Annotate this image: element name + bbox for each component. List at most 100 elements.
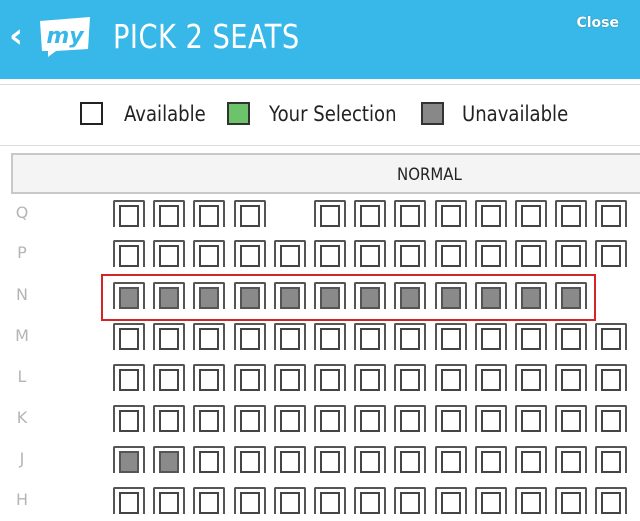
seat-q-10[interactable] [475, 200, 507, 227]
seat-k-3[interactable] [193, 405, 225, 432]
seat-p-6[interactable] [314, 240, 346, 267]
seat-p-5[interactable] [274, 240, 306, 267]
seat-m-13[interactable] [595, 323, 627, 350]
seat-h-12[interactable] [555, 487, 587, 514]
seat-q-1[interactable] [113, 200, 145, 227]
selection-swatch-icon [227, 102, 250, 125]
seat-h-4[interactable] [234, 487, 266, 514]
seat-k-5[interactable] [274, 405, 306, 432]
seat-m-2[interactable] [153, 323, 185, 350]
legend-available-label: Available [124, 102, 206, 126]
seat-q-12[interactable] [555, 200, 587, 227]
seat-p-1[interactable] [113, 240, 145, 267]
seat-m-7[interactable] [354, 323, 386, 350]
seat-j-11[interactable] [515, 446, 547, 473]
seat-m-6[interactable] [314, 323, 346, 350]
seat-l-4[interactable] [234, 364, 266, 391]
divider [0, 145, 640, 146]
seat-l-11[interactable] [515, 364, 547, 391]
seat-m-11[interactable] [515, 323, 547, 350]
seat-k-1[interactable] [113, 405, 145, 432]
seat-l-5[interactable] [274, 364, 306, 391]
seat-k-2[interactable] [153, 405, 185, 432]
seat-p-13[interactable] [595, 240, 627, 267]
row-label-q: Q [15, 203, 29, 222]
seat-l-7[interactable] [354, 364, 386, 391]
seat-l-3[interactable] [193, 364, 225, 391]
legend-selection-label: Your Selection [269, 102, 397, 126]
seat-p-9[interactable] [435, 240, 467, 267]
seat-h-2[interactable] [153, 487, 185, 514]
seat-l-9[interactable] [435, 364, 467, 391]
seat-m-1[interactable] [113, 323, 145, 350]
seat-h-1[interactable] [113, 487, 145, 514]
seat-j-13[interactable] [595, 446, 627, 473]
seat-p-10[interactable] [475, 240, 507, 267]
seat-q-7[interactable] [354, 200, 386, 227]
seat-l-8[interactable] [394, 364, 426, 391]
seat-q-2[interactable] [153, 200, 185, 227]
seat-l-12[interactable] [555, 364, 587, 391]
seat-h-5[interactable] [274, 487, 306, 514]
seat-m-5[interactable] [274, 323, 306, 350]
seat-j-3[interactable] [193, 446, 225, 473]
seat-q-4[interactable] [234, 200, 266, 227]
seat-m-12[interactable] [555, 323, 587, 350]
seat-p-2[interactable] [153, 240, 185, 267]
seat-q-11[interactable] [515, 200, 547, 227]
seat-p-3[interactable] [193, 240, 225, 267]
seat-k-11[interactable] [515, 405, 547, 432]
seat-k-12[interactable] [555, 405, 587, 432]
seat-q-9[interactable] [435, 200, 467, 227]
seat-m-3[interactable] [193, 323, 225, 350]
seat-q-13[interactable] [595, 200, 627, 227]
seat-p-12[interactable] [555, 240, 587, 267]
seat-k-13[interactable] [595, 405, 627, 432]
seat-h-3[interactable] [193, 487, 225, 514]
seat-q-6[interactable] [314, 200, 346, 227]
seat-j-10[interactable] [475, 446, 507, 473]
row-label-n: N [16, 285, 28, 304]
seat-j-4[interactable] [234, 446, 266, 473]
seat-k-10[interactable] [475, 405, 507, 432]
row-label-h: H [15, 490, 29, 509]
seat-p-4[interactable] [234, 240, 266, 267]
seat-k-6[interactable] [314, 405, 346, 432]
seat-l-13[interactable] [595, 364, 627, 391]
seat-l-6[interactable] [314, 364, 346, 391]
seat-j-7[interactable] [354, 446, 386, 473]
seat-l-2[interactable] [153, 364, 185, 391]
seat-h-9[interactable] [435, 487, 467, 514]
seat-h-13[interactable] [595, 487, 627, 514]
available-swatch-icon [80, 102, 103, 125]
seat-q-3[interactable] [193, 200, 225, 227]
seat-l-1[interactable] [113, 364, 145, 391]
seat-m-8[interactable] [394, 323, 426, 350]
seat-j-8[interactable] [394, 446, 426, 473]
seat-j-6[interactable] [314, 446, 346, 473]
seat-k-7[interactable] [354, 405, 386, 432]
seat-n-10 [475, 282, 507, 309]
seat-m-10[interactable] [475, 323, 507, 350]
close-button[interactable]: Close [576, 13, 619, 33]
seat-p-8[interactable] [394, 240, 426, 267]
seat-j-5[interactable] [274, 446, 306, 473]
seat-h-6[interactable] [314, 487, 346, 514]
seat-l-10[interactable] [475, 364, 507, 391]
seat-h-8[interactable] [394, 487, 426, 514]
seat-h-11[interactable] [515, 487, 547, 514]
seat-m-9[interactable] [435, 323, 467, 350]
seat-n-3 [193, 282, 225, 309]
seat-k-4[interactable] [234, 405, 266, 432]
seat-j-12[interactable] [555, 446, 587, 473]
seat-q-8[interactable] [394, 200, 426, 227]
seat-m-4[interactable] [234, 323, 266, 350]
back-arrow-icon[interactable]: ‹ [9, 16, 27, 56]
seat-k-8[interactable] [394, 405, 426, 432]
seat-p-11[interactable] [515, 240, 547, 267]
seat-j-9[interactable] [435, 446, 467, 473]
seat-h-7[interactable] [354, 487, 386, 514]
seat-h-10[interactable] [475, 487, 507, 514]
seat-p-7[interactable] [354, 240, 386, 267]
seat-k-9[interactable] [435, 405, 467, 432]
